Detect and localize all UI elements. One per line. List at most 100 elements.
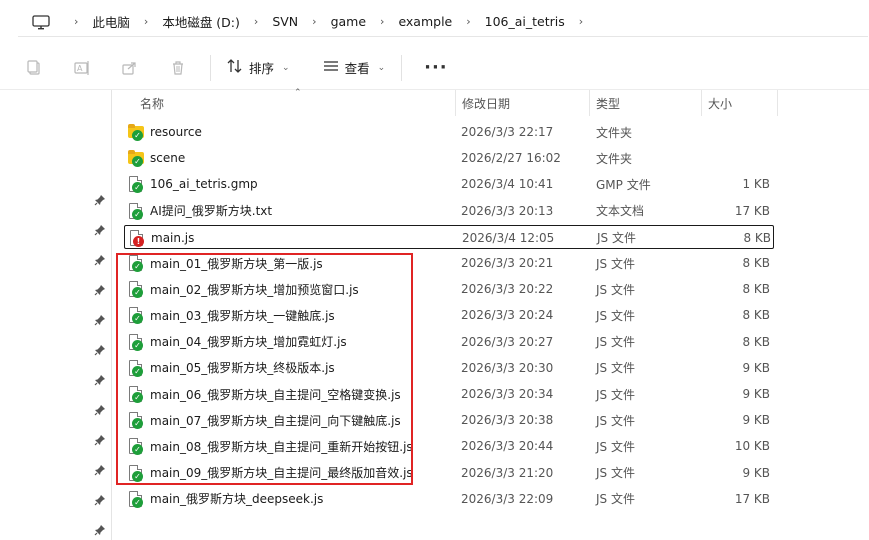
- chevron-down-icon: ⌄: [282, 62, 290, 73]
- breadcrumb-item[interactable]: 106_ai_tetris: [481, 14, 569, 29]
- column-header-date-label: 修改日期: [462, 96, 511, 111]
- chevron-right-icon[interactable]: ›: [302, 15, 326, 28]
- toolbar-divider: [401, 54, 403, 81]
- file-size: 9 KB: [742, 465, 770, 480]
- file-date: 2026/3/3 20:27: [461, 334, 554, 349]
- svn-ok-icon: ✓: [132, 496, 143, 508]
- file-size: [702, 120, 770, 144]
- file-row[interactable]: ✓ scene 2026/2/27 16:02 文件夹: [124, 146, 774, 170]
- file-name: main_俄罗斯方块_deepseek.js: [150, 492, 324, 507]
- file-row[interactable]: ✓ resource 2026/3/3 22:17 文件夹: [124, 120, 774, 144]
- column-header-name-label: 名称: [140, 96, 165, 111]
- file-date: 2026/3/3 20:30: [461, 360, 554, 375]
- file-type: JS 文件: [596, 361, 635, 376]
- file-name: 106_ai_tetris.gmp: [150, 177, 258, 192]
- sort-button[interactable]: 排序 ⌄: [219, 46, 298, 90]
- file-type: JS 文件: [596, 387, 635, 402]
- file-type: JS 文件: [596, 335, 635, 350]
- chevron-right-icon[interactable]: ›: [244, 15, 268, 28]
- chevron-right-icon[interactable]: ›: [134, 15, 158, 28]
- svn-ok-icon: ✓: [132, 130, 143, 141]
- column-header-size[interactable]: 大小: [702, 90, 778, 116]
- copy-icon[interactable]: [10, 46, 58, 90]
- breadcrumb-item[interactable]: example: [394, 14, 456, 29]
- file-type: 文本文档: [596, 204, 645, 219]
- pin-icon[interactable]: [94, 464, 108, 478]
- file-name-cell: ✓ AI提问_俄罗斯方块.txt: [128, 199, 272, 223]
- file-name-cell: ! main.js: [129, 226, 194, 250]
- pin-icon[interactable]: [94, 434, 108, 448]
- breadcrumb-item[interactable]: 本地磁盘 (D:): [158, 12, 244, 31]
- share-icon[interactable]: [106, 46, 154, 90]
- file-date: 2026/3/3 20:38: [461, 413, 554, 428]
- file-row[interactable]: ✓ main_俄罗斯方块_deepseek.js 2026/3/3 22:09 JS …: [124, 487, 774, 511]
- pin-icon[interactable]: [94, 284, 108, 298]
- file-size: 8 KB: [742, 308, 770, 323]
- file-row[interactable]: ! main.js 2026/3/4 12:05 JS 文件 8 KB: [124, 224, 774, 250]
- pin-icon[interactable]: [94, 224, 108, 238]
- file-row[interactable]: ✓ AI提问_俄罗斯方块.txt 2026/3/3 20:13 文本文档 17 KB: [124, 199, 774, 223]
- rename-icon[interactable]: A: [58, 46, 106, 90]
- file-date: 2026/2/27 16:02: [461, 151, 561, 166]
- file-icon: ✓: [128, 490, 144, 508]
- svg-text:A: A: [77, 64, 83, 73]
- pin-icon[interactable]: [94, 494, 108, 508]
- pin-icon[interactable]: [94, 404, 108, 418]
- file-type: JS 文件: [597, 231, 636, 246]
- breadcrumb: › 此电脑 › 本地磁盘 (D:) › SVN › game › example › 106_ai_t…: [64, 7, 593, 36]
- folder-icon: ✓: [128, 124, 144, 141]
- file-size: 8 KB: [743, 230, 771, 245]
- breadcrumb-item[interactable]: game: [327, 14, 370, 29]
- view-button[interactable]: 查看 ⌄: [315, 46, 394, 90]
- file-row[interactable]: ✓ 106_ai_tetris.gmp 2026/3/4 10:41 GMP 文件 1 …: [124, 172, 774, 196]
- delete-icon[interactable]: [154, 46, 202, 90]
- computer-icon[interactable]: [32, 14, 50, 29]
- file-type: JS 文件: [596, 413, 635, 428]
- chevron-right-icon[interactable]: ›: [456, 15, 480, 28]
- file-icon: !: [129, 229, 145, 247]
- pin-icon[interactable]: [94, 314, 108, 328]
- column-header-name[interactable]: 名称: [134, 90, 456, 116]
- file-size: 1 KB: [742, 177, 770, 192]
- column-header-type[interactable]: 类型: [590, 90, 702, 116]
- file-size: 8 KB: [742, 334, 770, 349]
- pin-icon[interactable]: [94, 374, 108, 388]
- svn-ok-icon: ✓: [132, 156, 143, 168]
- file-size: 10 KB: [734, 439, 770, 454]
- file-date: 2026/3/3 20:34: [461, 387, 554, 401]
- column-header-size-label: 大小: [708, 96, 733, 111]
- chevron-down-icon: ⌄: [377, 62, 386, 73]
- chevron-right-icon[interactable]: ›: [569, 15, 593, 28]
- file-icon: ✓: [128, 202, 144, 220]
- file-type: JS 文件: [596, 282, 635, 297]
- pin-icon[interactable]: [94, 344, 108, 358]
- file-date: 2026/3/3 20:22: [461, 282, 554, 297]
- file-date: 2026/3/3 22:09: [461, 491, 554, 506]
- file-name-cell: ✓ scene: [128, 146, 185, 170]
- breadcrumb-item[interactable]: SVN: [268, 14, 302, 29]
- chevron-right-icon[interactable]: ›: [64, 15, 88, 28]
- file-size: 8 KB: [742, 256, 770, 270]
- pin-icon[interactable]: [94, 524, 108, 538]
- file-date: 2026/3/3 20:24: [461, 308, 554, 323]
- file-type: GMP 文件: [596, 177, 651, 192]
- breadcrumb-item[interactable]: 此电脑: [88, 12, 134, 31]
- toolbar-gap: [306, 55, 307, 81]
- file-type: JS 文件: [596, 492, 635, 507]
- file-type: JS 文件: [596, 308, 635, 323]
- file-size: 17 KB: [734, 491, 770, 506]
- address-bar[interactable]: › 此电脑 › 本地磁盘 (D:) › SVN › game › example › 106_ai_t…: [18, 7, 868, 37]
- more-options-button[interactable]: ···: [410, 57, 462, 78]
- file-type: JS 文件: [596, 466, 635, 481]
- file-name-cell: ✓ resource: [128, 120, 202, 144]
- file-icon: ✓: [128, 176, 144, 194]
- pin-icon[interactable]: [94, 254, 108, 268]
- file-size: 9 KB: [742, 387, 770, 401]
- file-name: scene: [150, 151, 186, 166]
- chevron-right-icon[interactable]: ›: [370, 15, 394, 28]
- file-size: 8 KB: [742, 282, 770, 297]
- svn-ok-icon: ✓: [132, 208, 143, 220]
- pin-icon[interactable]: [94, 194, 108, 208]
- column-header-row: ⌃ 名称 修改日期 类型 大小: [112, 88, 869, 116]
- column-header-date[interactable]: 修改日期: [456, 90, 590, 116]
